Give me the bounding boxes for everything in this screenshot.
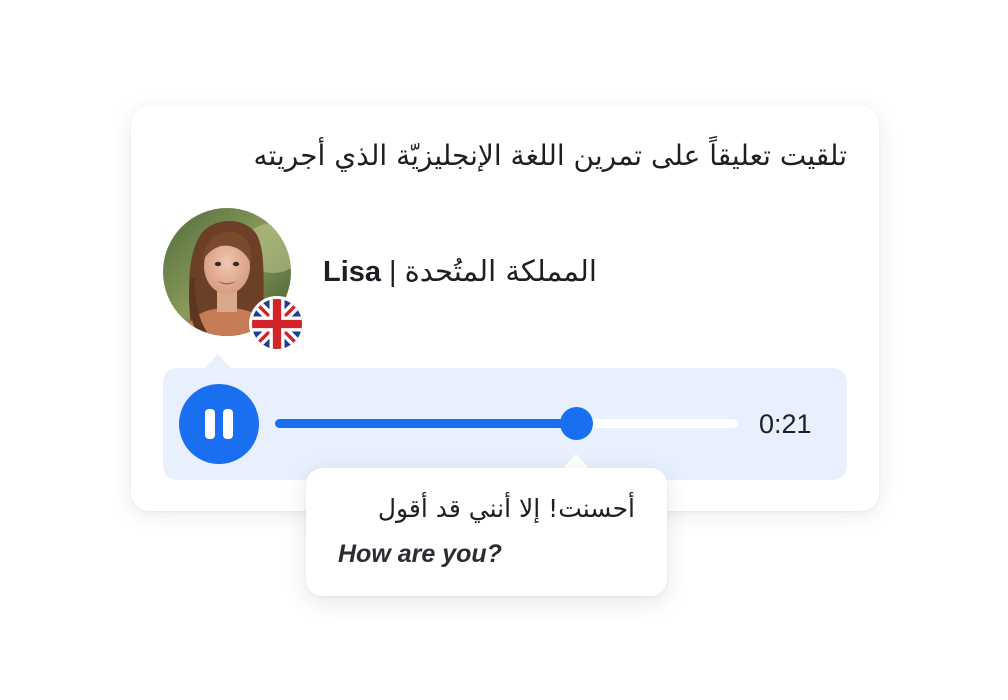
card-title: تلقيت تعليقاً على تمرين اللغة الإنجليزيّ… <box>253 139 847 172</box>
audio-player: 0:21 <box>163 368 847 480</box>
tooltip-arrow <box>562 454 590 469</box>
avatar-pointer <box>204 354 232 369</box>
pause-button[interactable] <box>179 384 259 464</box>
speaker-line: Lisa | المملكة المتُحدة <box>323 251 597 292</box>
stage: تلقيت تعليقاً على تمرين اللغة الإنجليزيّ… <box>0 0 1008 700</box>
pause-icon-bar <box>223 409 233 439</box>
feedback-card: تلقيت تعليقاً على تمرين اللغة الإنجليزيّ… <box>131 106 879 511</box>
pause-icon <box>205 409 215 439</box>
uk-flag-icon <box>249 296 305 352</box>
elapsed-time: 0:21 <box>759 409 812 439</box>
feedback-suggestion: How are you? <box>338 540 502 568</box>
feedback-tooltip: أحسنت! إلا أنني قد أقول How are you? <box>306 468 667 596</box>
speaker-name: Lisa <box>323 256 382 288</box>
avatar-wrap <box>163 208 305 352</box>
progress-thumb[interactable] <box>559 407 593 440</box>
progress-fill <box>275 419 576 428</box>
speaker-country: المملكة المتُحدة <box>404 254 597 288</box>
feedback-text: أحسنت! إلا أنني قد أقول <box>377 494 635 523</box>
progress-track[interactable] <box>275 407 738 440</box>
speaker-separator: | <box>389 256 397 288</box>
